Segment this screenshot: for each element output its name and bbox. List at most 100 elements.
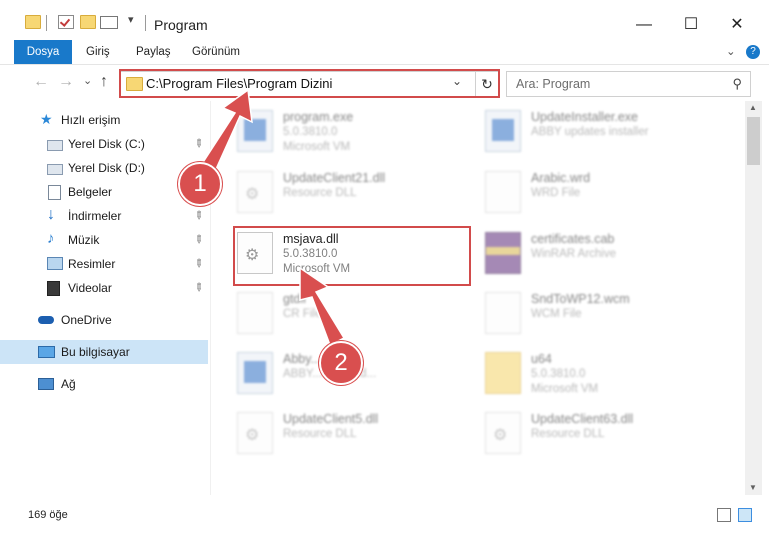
file-item[interactable]: UpdateInstaller.exe ABBY updates install…: [485, 106, 725, 160]
tab-home[interactable]: Giriş: [86, 40, 110, 64]
file-item[interactable]: SndToWP12.wcm WCM File: [485, 288, 725, 342]
search-icon[interactable]: ⚲: [732, 76, 742, 92]
properties-icon[interactable]: [58, 15, 74, 29]
file-detail: CR File: [283, 308, 322, 320]
dll-file-icon: [237, 171, 273, 213]
maximize-button[interactable]: ☐: [668, 10, 714, 40]
file-detail: Resource DLL: [283, 428, 357, 440]
folder-icon: [25, 15, 41, 29]
drive-icon: [47, 140, 63, 151]
pin-icon[interactable]: ✎: [191, 232, 207, 247]
help-icon[interactable]: ?: [746, 45, 760, 59]
navigation-pane: ★ Hızlı erişim Yerel Disk (C:) ✎ Yerel D…: [0, 101, 210, 495]
generic-file-icon: [485, 171, 521, 213]
scroll-down-icon[interactable]: ▼: [749, 483, 757, 492]
pin-icon[interactable]: ✎: [191, 136, 207, 151]
pin-icon[interactable]: ✎: [191, 208, 207, 223]
qa-dropdown-icon[interactable]: ▾: [128, 13, 134, 26]
file-detail: ABBY updates installer: [531, 126, 649, 138]
sidebar-item-local-disk-d[interactable]: Yerel Disk (D:): [0, 156, 208, 180]
sidebar-item-label: Ağ: [61, 377, 76, 391]
documents-icon: [48, 185, 61, 200]
file-name: program.exe: [283, 110, 354, 124]
back-icon[interactable]: ←: [33, 73, 49, 91]
up-icon[interactable]: ↑: [100, 73, 108, 91]
search-placeholder: Ara: Program: [516, 77, 591, 91]
file-name: UpdateClient63.dll: [531, 412, 634, 426]
sidebar-item-label: Yerel Disk (D:): [68, 161, 145, 175]
file-detail: 5.0.3810.0: [531, 368, 586, 380]
archive-file-icon: [485, 232, 521, 274]
tab-share[interactable]: Paylaş: [136, 40, 171, 64]
sidebar-item-local-disk-c[interactable]: Yerel Disk (C:) ✎: [0, 132, 208, 156]
file-item[interactable]: program.exe 5.0.3810.0 Microsoft VM: [237, 106, 477, 160]
sidebar-item-label: Müzik: [68, 233, 100, 247]
exe-file-icon: [237, 110, 273, 152]
search-input[interactable]: Ara: Program ⚲: [506, 71, 751, 97]
pin-icon[interactable]: ✎: [191, 280, 207, 295]
sidebar-item-quick-access[interactable]: ★ Hızlı erişim: [0, 108, 208, 132]
file-name: u64: [531, 352, 552, 366]
item-count: 169 öğe: [28, 509, 68, 521]
file-name: UpdateClient21.dll: [283, 171, 386, 185]
sidebar-item-network[interactable]: Ağ: [0, 372, 208, 396]
tab-view[interactable]: Görünüm: [192, 40, 240, 64]
file-item[interactable]: certificates.cab WinRAR Archive: [485, 228, 725, 282]
file-item[interactable]: u64 5.0.3810.0 Microsoft VM: [485, 348, 725, 402]
sidebar-item-label: Yerel Disk (C:): [68, 137, 145, 151]
exe-file-icon: [237, 352, 273, 394]
forward-icon[interactable]: →: [58, 73, 74, 91]
exe-file-icon: [485, 110, 521, 152]
recent-locations-icon[interactable]: ⌄: [83, 74, 92, 87]
file-detail: Microsoft VM: [283, 141, 351, 153]
dll-file-icon: [485, 412, 521, 454]
sidebar-item-downloads[interactable]: ↓ İndirmeler ✎: [0, 204, 208, 228]
sidebar-item-documents[interactable]: Belgeler: [0, 180, 208, 204]
separator: [46, 15, 47, 31]
network-icon: [38, 378, 54, 390]
sidebar-item-label: Bu bilgisayar: [61, 345, 130, 359]
sidebar-item-music[interactable]: ♪ Müzik ✎: [0, 228, 208, 252]
file-detail: WRD File: [531, 187, 581, 199]
close-button[interactable]: ✕: [714, 10, 760, 40]
vertical-scrollbar[interactable]: ▲ ▼: [745, 101, 762, 495]
pictures-icon: [47, 257, 63, 270]
download-arrow-icon: ↓: [47, 206, 55, 223]
file-list: program.exe 5.0.3810.0 Microsoft VM Upda…: [211, 101, 745, 495]
sidebar-item-label: İndirmeler: [68, 209, 122, 223]
address-highlight-box: [119, 69, 500, 98]
sidebar-item-videos[interactable]: Videolar ✎: [0, 276, 208, 300]
file-item[interactable]: UpdateClient21.dll Resource DLL: [237, 167, 477, 221]
file-detail: Microsoft VM: [531, 383, 599, 395]
details-view-icon[interactable]: [717, 508, 731, 522]
minimize-button[interactable]: —: [621, 10, 667, 40]
tiles-view-icon[interactable]: [738, 508, 752, 522]
tab-file[interactable]: Dosya: [14, 40, 72, 64]
computer-icon: [38, 346, 55, 358]
sidebar-item-label: Hızlı erişim: [61, 113, 121, 127]
title-bar: ▾ Program — ☐ ✕: [0, 0, 769, 40]
customize-toolbar-icon[interactable]: [100, 16, 118, 29]
music-note-icon: ♪: [47, 230, 55, 247]
file-item[interactable]: UpdateClient5.dll Resource DLL: [237, 408, 477, 462]
sidebar-item-label: OneDrive: [61, 313, 112, 327]
file-item[interactable]: gtdll CR File: [237, 288, 477, 342]
file-item[interactable]: Arabic.wrd WRD File: [485, 167, 725, 221]
file-name: SndToWP12.wcm: [531, 292, 630, 306]
zip-folder-icon: [485, 352, 521, 394]
file-detail: WinRAR Archive: [531, 248, 616, 260]
new-folder-icon[interactable]: [80, 15, 96, 29]
scroll-thumb[interactable]: [747, 117, 760, 165]
cloud-icon: [38, 316, 54, 324]
pin-icon[interactable]: ✎: [191, 256, 207, 271]
videos-icon: [47, 281, 60, 296]
sidebar-item-pictures[interactable]: Resimler ✎: [0, 252, 208, 276]
scroll-up-icon[interactable]: ▲: [749, 103, 757, 112]
sidebar-item-onedrive[interactable]: OneDrive: [0, 308, 208, 332]
drive-icon: [47, 164, 63, 175]
file-name: certificates.cab: [531, 232, 615, 246]
expand-ribbon-icon[interactable]: ⌄: [726, 40, 736, 64]
sidebar-item-this-pc[interactable]: Bu bilgisayar: [0, 340, 208, 364]
file-item[interactable]: UpdateClient63.dll Resource DLL: [485, 408, 725, 462]
star-icon: ★: [40, 111, 53, 127]
